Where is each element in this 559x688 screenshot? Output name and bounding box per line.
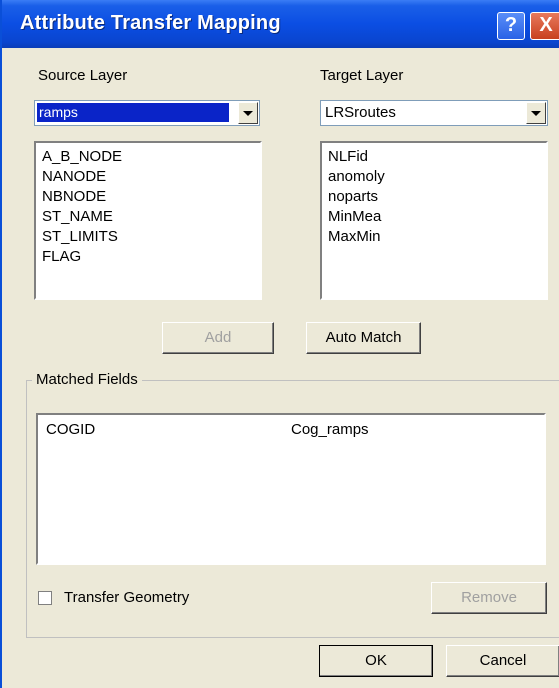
matched-source-field: COGID: [46, 421, 96, 438]
help-button[interactable]: ?: [497, 12, 525, 40]
target-fields-list[interactable]: NLFid anomoly noparts MinMea MaxMin: [320, 141, 548, 300]
target-layer-label: Target Layer: [320, 67, 404, 84]
target-layer-value: LRSroutes: [325, 104, 396, 121]
source-field-item[interactable]: ST_NAME: [42, 207, 122, 227]
target-layer-combo[interactable]: LRSroutes: [320, 100, 548, 126]
source-field-item[interactable]: A_B_NODE: [42, 147, 122, 167]
source-layer-combo[interactable]: ramps: [34, 100, 260, 126]
title-bar[interactable]: Attribute Transfer Mapping ? X: [2, 0, 559, 48]
source-fields-items: A_B_NODE NANODE NBNODE ST_NAME ST_LIMITS FLAG: [42, 147, 122, 267]
chevron-down-icon[interactable]: [526, 102, 546, 124]
matched-fields-label: Matched Fields: [32, 371, 142, 388]
source-field-item[interactable]: FLAG: [42, 247, 122, 267]
auto-match-button[interactable]: Auto Match: [306, 322, 421, 354]
target-field-item[interactable]: NLFid: [328, 147, 385, 167]
target-fields-items: NLFid anomoly noparts MinMea MaxMin: [328, 147, 385, 247]
chevron-down-icon[interactable]: [238, 102, 258, 124]
transfer-geometry-label[interactable]: Transfer Geometry: [64, 589, 189, 606]
remove-button[interactable]: Remove: [431, 582, 547, 614]
target-field-item[interactable]: MaxMin: [328, 227, 385, 247]
matched-fields-list[interactable]: COGID Cog_ramps: [36, 413, 546, 565]
source-field-item[interactable]: NBNODE: [42, 187, 122, 207]
dialog-title: Attribute Transfer Mapping: [20, 12, 281, 34]
source-layer-label: Source Layer: [38, 67, 128, 84]
source-layer-value: ramps: [37, 103, 229, 122]
cancel-button[interactable]: Cancel: [446, 645, 559, 677]
attribute-transfer-mapping-dialog: Attribute Transfer Mapping ? X Source La…: [0, 0, 559, 688]
source-field-item[interactable]: NANODE: [42, 167, 122, 187]
transfer-geometry-checkbox[interactable]: [38, 591, 52, 605]
ok-button[interactable]: OK: [319, 645, 433, 677]
target-field-item[interactable]: anomoly: [328, 167, 385, 187]
target-field-item[interactable]: MinMea: [328, 207, 385, 227]
matched-target-field: Cog_ramps: [291, 421, 369, 438]
source-field-item[interactable]: ST_LIMITS: [42, 227, 122, 247]
target-field-item[interactable]: noparts: [328, 187, 385, 207]
add-button[interactable]: Add: [162, 322, 274, 354]
source-fields-list[interactable]: A_B_NODE NANODE NBNODE ST_NAME ST_LIMITS FLAG: [34, 141, 262, 300]
close-button[interactable]: X: [530, 12, 559, 40]
